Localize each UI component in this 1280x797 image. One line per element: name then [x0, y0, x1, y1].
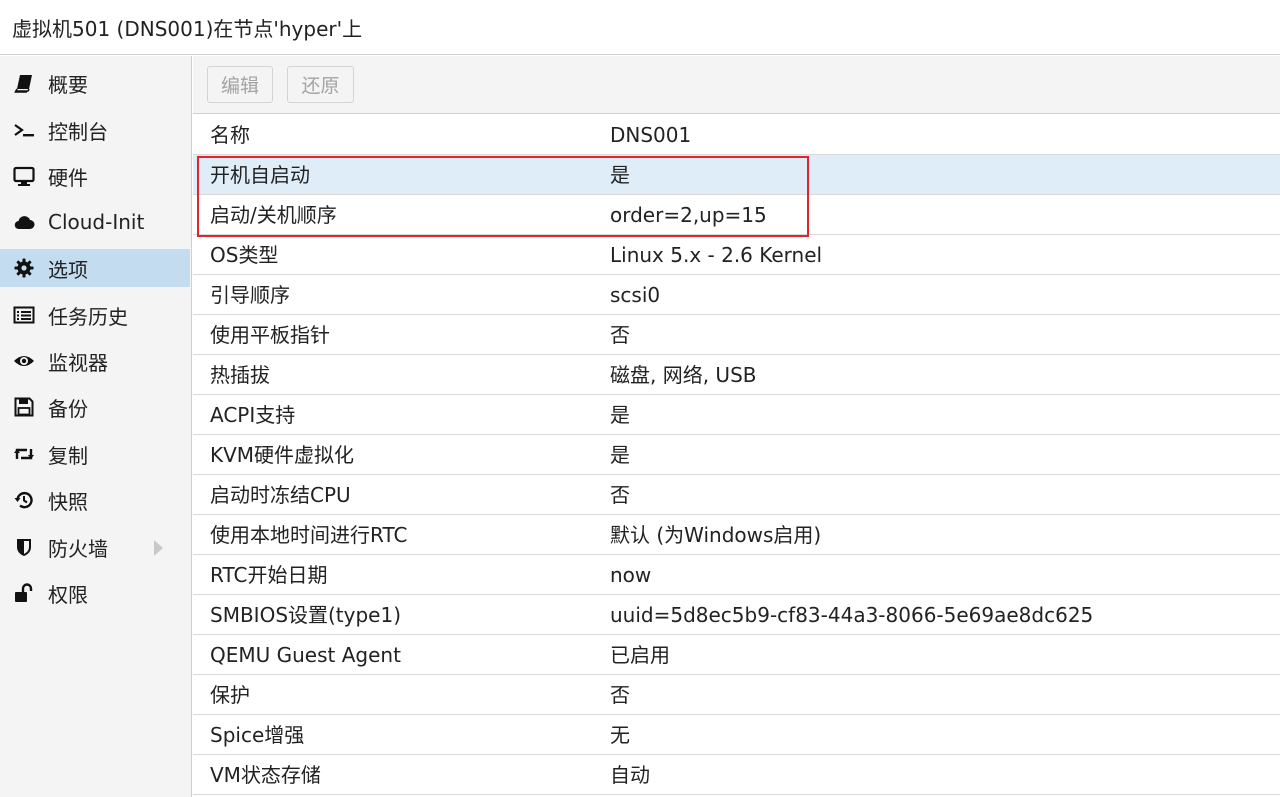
option-name: 开机自启动	[210, 163, 310, 187]
option-name: 名称	[210, 123, 250, 147]
history-icon	[12, 488, 36, 512]
sidebar-item-label: 备份	[48, 396, 88, 421]
expand-arrow-icon[interactable]	[154, 540, 163, 556]
eye-icon	[12, 349, 36, 373]
option-name: 引导顺序	[210, 283, 290, 307]
revert-button[interactable]: 还原	[287, 66, 354, 103]
option-value: uuid=5d8ec5b9-cf83-44a3-8066-5e69ae8dc62…	[610, 603, 1094, 627]
option-value: 否	[610, 323, 630, 347]
monitor-icon	[12, 164, 36, 188]
table-row[interactable]: Spice增强 无	[193, 715, 1280, 755]
table-row[interactable]: 启动/关机顺序 order=2,up=15	[193, 195, 1280, 235]
sidebar-item-backup[interactable]: 备份	[0, 388, 190, 426]
sidebar-item-label: 概要	[48, 72, 88, 97]
option-name: 保护	[210, 683, 250, 707]
option-name: KVM硬件虚拟化	[210, 443, 355, 467]
sidebar-item-firewall[interactable]: 防火墙	[0, 528, 190, 566]
sidebar-item-summary[interactable]: 概要	[0, 64, 190, 102]
sidebar-item-label: 控制台	[48, 119, 108, 144]
option-name: 使用平板指针	[210, 323, 330, 347]
sidebar-item-task-history[interactable]: 任务历史	[0, 296, 190, 334]
option-value: 自动	[610, 763, 650, 787]
option-value: scsi0	[610, 283, 661, 307]
edit-button[interactable]: 编辑	[207, 66, 273, 103]
sidebar-item-label: 监视器	[48, 350, 108, 375]
option-value: 是	[610, 443, 630, 467]
option-name: RTC开始日期	[210, 563, 328, 587]
option-value: 默认 (为Windows启用)	[610, 523, 822, 547]
sidebar-item-options[interactable]: 选项	[0, 249, 190, 287]
sidebar-item-permissions[interactable]: 权限	[0, 574, 190, 612]
table-row[interactable]: OS类型 Linux 5.x - 2.6 Kernel	[193, 235, 1280, 275]
option-name: ACPI支持	[210, 403, 296, 427]
table-row[interactable]: SMBIOS设置(type1) uuid=5d8ec5b9-cf83-44a3-…	[193, 595, 1280, 635]
option-value: 磁盘, 网络, USB	[610, 363, 757, 387]
list-icon	[12, 303, 36, 327]
option-value: 是	[610, 163, 630, 187]
table-row[interactable]: 热插拔 磁盘, 网络, USB	[193, 355, 1280, 395]
shield-icon	[12, 535, 36, 559]
terminal-icon	[12, 118, 36, 142]
table-row[interactable]: 名称 DNS001	[193, 115, 1280, 155]
floppy-icon	[12, 395, 36, 419]
sidebar-item-label: 任务历史	[48, 304, 128, 329]
sidebar-item-label: 选项	[48, 257, 88, 282]
unlock-icon	[12, 581, 36, 605]
table-row[interactable]: ACPI支持 是	[193, 395, 1280, 435]
sidebar: 概要 控制台 硬件 Cloud-Init 选项 任务历史 监视器 备份 复制 快…	[0, 56, 192, 797]
sidebar-item-label: 快照	[48, 489, 88, 514]
table-row[interactable]: VM状态存储 自动	[193, 755, 1280, 795]
option-name: 启动时冻结CPU	[210, 483, 351, 507]
table-row[interactable]: 引导顺序 scsi0	[193, 275, 1280, 315]
option-name: QEMU Guest Agent	[210, 643, 401, 667]
sidebar-item-label: 防火墙	[48, 536, 108, 561]
sidebar-item-label: Cloud-Init	[48, 210, 145, 234]
options-panel: 编辑 还原 名称 DNS001 开机自启动 是 启动/关机顺序 order=2,…	[193, 56, 1280, 797]
sidebar-item-hardware[interactable]: 硬件	[0, 157, 190, 195]
option-value: 已启用	[610, 643, 670, 667]
sidebar-item-label: 复制	[48, 443, 88, 468]
option-value: 否	[610, 683, 630, 707]
sidebar-item-snapshots[interactable]: 快照	[0, 481, 190, 519]
sidebar-item-monitor[interactable]: 监视器	[0, 342, 190, 380]
option-value: 否	[610, 483, 630, 507]
option-name: 使用本地时间进行RTC	[210, 523, 408, 547]
option-name: 热插拔	[210, 363, 270, 387]
table-row[interactable]: QEMU Guest Agent 已启用	[193, 635, 1280, 675]
option-name: 启动/关机顺序	[210, 203, 337, 227]
option-name: SMBIOS设置(type1)	[210, 603, 402, 627]
sidebar-item-label: 权限	[48, 582, 88, 607]
table-row[interactable]: 使用平板指针 否	[193, 315, 1280, 355]
window-title: 虚拟机501 (DNS001)在节点'hyper'上	[12, 16, 363, 41]
sidebar-item-replication[interactable]: 复制	[0, 435, 190, 473]
option-name: OS类型	[210, 243, 279, 267]
sidebar-item-label: 硬件	[48, 165, 88, 190]
table-row[interactable]: 启动时冻结CPU 否	[193, 475, 1280, 515]
option-value: 是	[610, 403, 630, 427]
toolbar: 编辑 还原	[193, 56, 1280, 114]
option-name: VM状态存储	[210, 763, 321, 787]
option-value: DNS001	[610, 123, 692, 147]
option-value: Linux 5.x - 2.6 Kernel	[610, 243, 823, 267]
table-row[interactable]: 保护 否	[193, 675, 1280, 715]
option-name: Spice增强	[210, 723, 305, 747]
option-value: now	[610, 563, 652, 587]
cloud-icon	[12, 210, 36, 234]
window-title-bar: 虚拟机501 (DNS001)在节点'hyper'上	[0, 0, 1280, 55]
sidebar-item-cloud-init[interactable]: Cloud-Init	[0, 203, 190, 241]
retweet-icon	[12, 442, 36, 466]
table-row[interactable]: 开机自启动 是	[193, 155, 1280, 195]
table-row[interactable]: KVM硬件虚拟化 是	[193, 435, 1280, 475]
book-icon	[12, 71, 36, 95]
option-value: order=2,up=15	[610, 203, 767, 227]
gear-icon	[12, 256, 36, 280]
table-row[interactable]: 使用本地时间进行RTC 默认 (为Windows启用)	[193, 515, 1280, 555]
table-row[interactable]: RTC开始日期 now	[193, 555, 1280, 595]
sidebar-item-console[interactable]: 控制台	[0, 111, 190, 149]
option-value: 无	[610, 723, 630, 747]
